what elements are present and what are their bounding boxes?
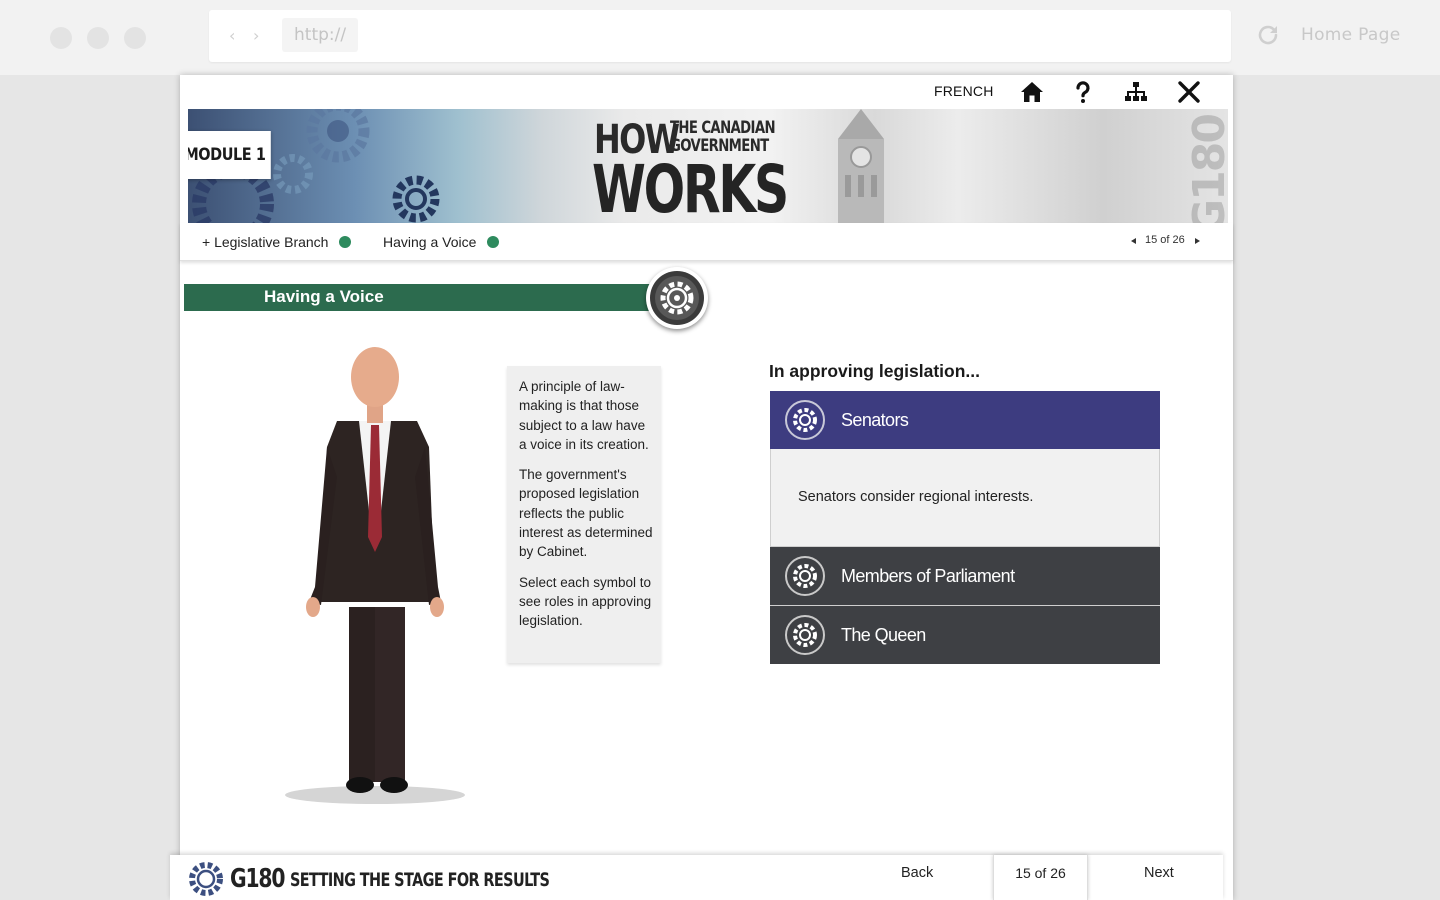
language-toggle[interactable]: FRENCH: [934, 83, 994, 99]
info-note: A principle of law-making is that those …: [507, 366, 661, 663]
home-page-link[interactable]: Home Page: [1301, 25, 1400, 45]
breadcrumb: + Legislative Branch Having a Voice 15 o…: [180, 223, 1233, 261]
section-header: Having a Voice: [184, 284, 654, 311]
reload-icon[interactable]: [1256, 23, 1280, 47]
course-banner: MODULE 1 HOW THE CANADIAN GOVERNMENT WOR…: [188, 109, 1228, 223]
close-icon[interactable]: [1176, 79, 1202, 105]
course-toolbar: FRENCH: [180, 75, 1233, 109]
gear-icon: [785, 400, 825, 440]
pager-next-icon[interactable]: [1195, 238, 1200, 244]
accordion-label: The Queen: [841, 625, 926, 645]
accordion-item-members-of-parliament: Members of Parliament: [770, 547, 1160, 606]
gear-icon: [785, 556, 825, 596]
back-button[interactable]: Back: [901, 865, 933, 881]
breadcrumb-item-having-a-voice[interactable]: Having a Voice: [383, 234, 476, 250]
next-button[interactable]: Next: [1144, 865, 1174, 881]
accordion-label: Members of Parliament: [841, 566, 1015, 586]
footer-tagline: SETTING THE STAGE FOR RESULTS: [290, 869, 550, 891]
banner-title-subtitle: THE CANADIAN GOVERNMENT: [670, 118, 776, 155]
help-icon[interactable]: [1070, 79, 1096, 105]
window-close-dot[interactable]: [50, 27, 72, 49]
accordion-header-senators[interactable]: Senators: [770, 391, 1160, 449]
course-frame: FRENCH MODULE 1 HOW THE CANADIAN GOVERNM…: [180, 75, 1233, 900]
browser-chrome: ‹ › http:// Home Page: [0, 0, 1440, 75]
address-bar[interactable]: ‹ › http://: [209, 10, 1231, 62]
window-minimize-dot[interactable]: [87, 27, 109, 49]
note-paragraph: The government's proposed legislation re…: [519, 467, 653, 560]
accordion-intro: In approving legislation...: [769, 361, 980, 381]
note-paragraph: A principle of law-making is that those …: [519, 379, 649, 452]
breadcrumb-item-legislative-branch[interactable]: + Legislative Branch: [202, 234, 328, 250]
pager-count: 15 of 26: [1145, 234, 1185, 246]
home-icon[interactable]: [1019, 79, 1045, 105]
accordion-header-the-queen[interactable]: The Queen: [770, 606, 1160, 664]
accordion-body-senators: Senators consider regional interests.: [770, 449, 1160, 547]
page-counter: 15 of 26: [993, 855, 1088, 900]
window-maximize-dot[interactable]: [124, 27, 146, 49]
sitemap-icon[interactable]: [1123, 79, 1149, 105]
presenter-image: [285, 347, 465, 804]
status-dot-icon: [487, 236, 499, 248]
banner-side-mark: G180: [1184, 115, 1228, 223]
accordion-item-senators: Senators Senators consider regional inte…: [770, 391, 1160, 547]
pager-prev-icon[interactable]: [1131, 238, 1136, 244]
module-label: MODULE 1: [188, 131, 271, 179]
g180-logo-gear-icon: [189, 862, 223, 896]
footer-brand: G180: [230, 864, 285, 894]
status-dot-icon: [339, 236, 351, 248]
course-footer: G180 SETTING THE STAGE FOR RESULTS Back …: [170, 855, 1223, 900]
accordion-label: Senators: [841, 410, 909, 430]
peace-tower-graphic: [838, 109, 884, 223]
banner-title-subtitle-line1: THE CANADIAN: [670, 118, 776, 138]
banner-title-works: WORKS: [592, 151, 789, 223]
accordion-body-text: Senators consider regional interests.: [798, 489, 1034, 505]
accordion-header-members-of-parliament[interactable]: Members of Parliament: [770, 547, 1160, 605]
back-arrow-icon[interactable]: ‹: [229, 26, 235, 45]
note-paragraph: Select each symbol to see roles in appro…: [519, 574, 652, 629]
forward-arrow-icon[interactable]: ›: [253, 26, 259, 45]
section-title: Having a Voice: [264, 287, 384, 306]
gear-icon: [785, 615, 825, 655]
gear-icon: [646, 267, 708, 329]
accordion-item-the-queen: The Queen: [770, 606, 1160, 664]
url-text[interactable]: http://: [282, 18, 359, 52]
